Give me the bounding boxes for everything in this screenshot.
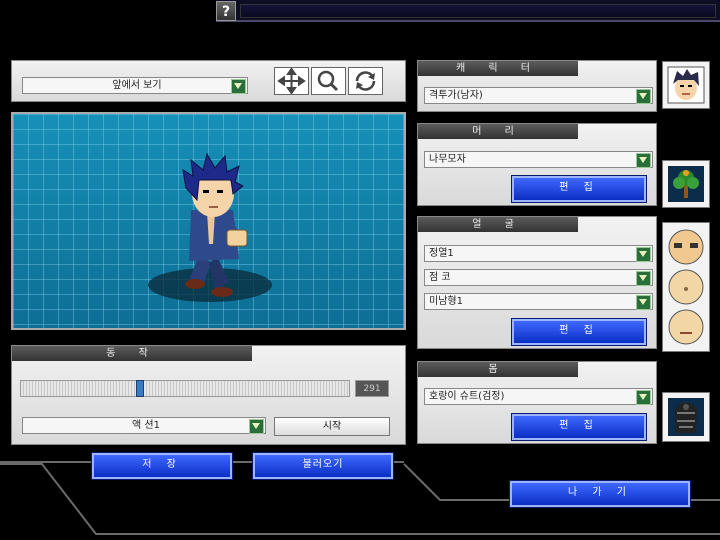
- chevron-down-icon[interactable]: [636, 153, 651, 168]
- chevron-down-icon[interactable]: [636, 89, 651, 104]
- action-select[interactable]: 액 션1: [22, 417, 266, 434]
- chevron-down-icon[interactable]: [636, 295, 651, 310]
- face-mouth-select[interactable]: 미남형1: [424, 293, 653, 310]
- hair-header: 머 리: [418, 124, 578, 139]
- hair-panel: 머 리 나무모자 편 집: [417, 123, 657, 206]
- hair-select-label: 나무모자: [429, 154, 466, 165]
- view-mode-label: 앞에서 보기: [112, 80, 162, 91]
- mouth-icon: [668, 309, 704, 345]
- move-tool-button[interactable]: [274, 67, 309, 95]
- face-mouth-label: 미남형1: [429, 296, 463, 307]
- face-nose-label: 점 코: [429, 272, 451, 283]
- face-header: 얼 굴: [418, 217, 578, 232]
- save-button[interactable]: 저 장: [92, 453, 232, 479]
- face-edit-button[interactable]: 편 집: [512, 319, 646, 345]
- character-panel: 캐 릭 터 격투가(남자): [417, 60, 657, 112]
- chevron-down-icon[interactable]: [231, 79, 246, 94]
- zoom-tool-button[interactable]: [311, 67, 346, 95]
- rotate-icon: [355, 71, 376, 91]
- action-panel: 동 작 291 액 션1 시작: [11, 345, 406, 445]
- hair-edit-button[interactable]: 편 집: [512, 176, 646, 202]
- frame-counter: 291: [355, 380, 389, 397]
- move-icon: [277, 67, 306, 95]
- view-mode-select[interactable]: 앞에서 보기: [22, 77, 248, 94]
- nose-icon: [668, 269, 704, 305]
- action-title: 동 작: [12, 346, 252, 361]
- suit-icon: [668, 398, 704, 436]
- character-sprite: [148, 152, 272, 302]
- chevron-down-icon[interactable]: [636, 271, 651, 286]
- chevron-down-icon[interactable]: [636, 390, 651, 405]
- view-panel: 앞에서 보기: [11, 60, 406, 102]
- hair-select[interactable]: 나무모자: [424, 151, 653, 168]
- hair-title: 머 리: [418, 124, 578, 139]
- help-button[interactable]: ?: [216, 1, 236, 21]
- start-button[interactable]: 시작: [274, 417, 390, 436]
- slider-thumb[interactable]: [136, 380, 144, 397]
- top-status-strip: [240, 4, 716, 18]
- character-select[interactable]: 격투가(남자): [424, 87, 653, 104]
- body-title: 몸: [418, 362, 578, 377]
- load-button[interactable]: 불러오기: [253, 453, 393, 479]
- body-select[interactable]: 호랑이 슈트(검정): [424, 388, 653, 405]
- face-eyes-select[interactable]: 정열1: [424, 245, 653, 262]
- character-title: 캐 릭 터: [418, 61, 578, 76]
- face-icons-frame: [662, 222, 710, 352]
- action-select-label: 액 션1: [132, 420, 160, 431]
- body-header: 몸: [418, 362, 578, 377]
- rotate-tool-button[interactable]: [348, 67, 383, 95]
- frame-slider[interactable]: [20, 380, 350, 397]
- chevron-down-icon[interactable]: [636, 247, 651, 262]
- character-preview[interactable]: [11, 112, 406, 330]
- body-icon-frame: [662, 392, 710, 442]
- body-edit-button[interactable]: 편 집: [512, 414, 646, 440]
- character-header: 캐 릭 터: [418, 61, 578, 76]
- hair-icon-frame: [662, 160, 710, 208]
- face-eyes-label: 정열1: [429, 248, 454, 259]
- character-portrait-frame: [662, 61, 710, 109]
- magnify-icon: [317, 70, 339, 92]
- body-select-label: 호랑이 슈트(검정): [429, 391, 505, 402]
- face-panel: 얼 굴 정열1 점 코 미남형1 편 집: [417, 216, 657, 349]
- exit-button[interactable]: 나 가 기: [510, 481, 690, 507]
- face-part-icons: [668, 229, 704, 345]
- action-panel-header: 동 작: [12, 346, 252, 361]
- eyes-icon: [668, 229, 704, 265]
- character-select-label: 격투가(남자): [429, 90, 483, 101]
- tree-icon: [668, 166, 704, 202]
- body-panel: 몸 호랑이 슈트(검정) 편 집: [417, 361, 657, 444]
- chevron-down-icon[interactable]: [249, 419, 264, 434]
- character-portrait: [667, 66, 705, 104]
- face-title: 얼 굴: [418, 217, 578, 232]
- face-nose-select[interactable]: 점 코: [424, 269, 653, 286]
